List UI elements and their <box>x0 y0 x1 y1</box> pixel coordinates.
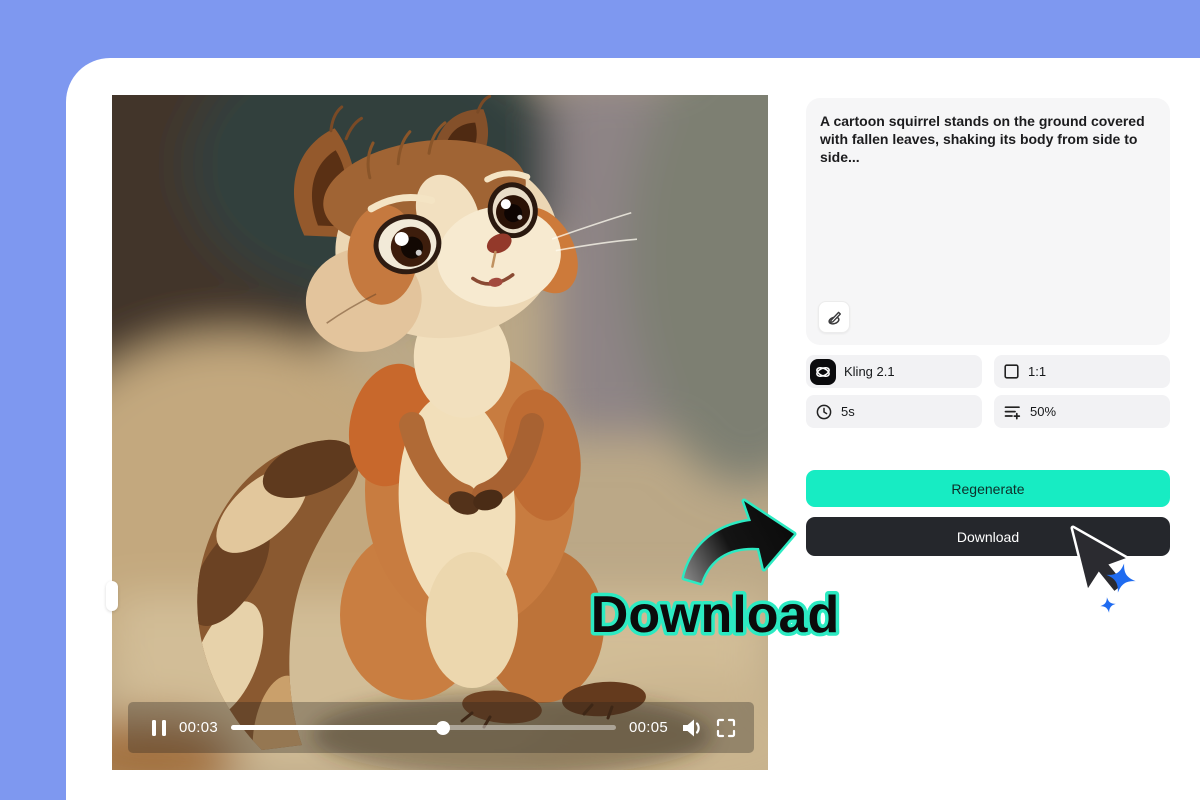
model-pill-label: Kling 2.1 <box>844 364 895 379</box>
prompt-box[interactable]: A cartoon squirrel stands on the ground … <box>806 98 1170 345</box>
model-pill[interactable]: Kling 2.1 <box>806 355 982 388</box>
total-time: 00:05 <box>629 719 668 736</box>
clock-icon <box>816 404 832 420</box>
edit-prompt-button[interactable] <box>818 301 850 333</box>
aspect-ratio-icon <box>1004 364 1019 379</box>
progress-handle[interactable] <box>436 721 450 735</box>
progress-bar[interactable] <box>231 725 616 730</box>
duration-pill[interactable]: 5s <box>806 395 982 428</box>
motion-pill[interactable]: 50% <box>994 395 1170 428</box>
squirrel-video-frame <box>112 95 768 770</box>
pen-edit-icon <box>826 309 843 326</box>
regenerate-button[interactable]: Regenerate <box>806 470 1170 507</box>
settings-pills: Kling 2.1 1:1 5s 50% <box>806 355 1170 428</box>
volume-icon[interactable] <box>681 718 703 738</box>
progress-fill <box>231 725 443 730</box>
duration-label: 5s <box>841 404 855 419</box>
prompt-text: A cartoon squirrel stands on the ground … <box>820 113 1156 166</box>
video-player[interactable]: 00:03 00:05 <box>112 95 768 770</box>
motion-strength-label: 50% <box>1030 404 1056 419</box>
aspect-ratio-pill[interactable]: 1:1 <box>994 355 1170 388</box>
fullscreen-icon[interactable] <box>716 718 736 738</box>
pause-icon[interactable] <box>152 720 166 736</box>
adjust-lines-icon <box>1004 404 1021 420</box>
aspect-ratio-label: 1:1 <box>1028 364 1046 379</box>
current-time: 00:03 <box>179 719 218 736</box>
download-button[interactable]: Download <box>806 517 1170 556</box>
video-controls-bar: 00:03 00:05 <box>128 702 754 753</box>
kling-logo-icon <box>810 359 836 385</box>
video-edge-notch <box>106 581 118 611</box>
generation-panel: A cartoon squirrel stands on the ground … <box>806 98 1170 556</box>
